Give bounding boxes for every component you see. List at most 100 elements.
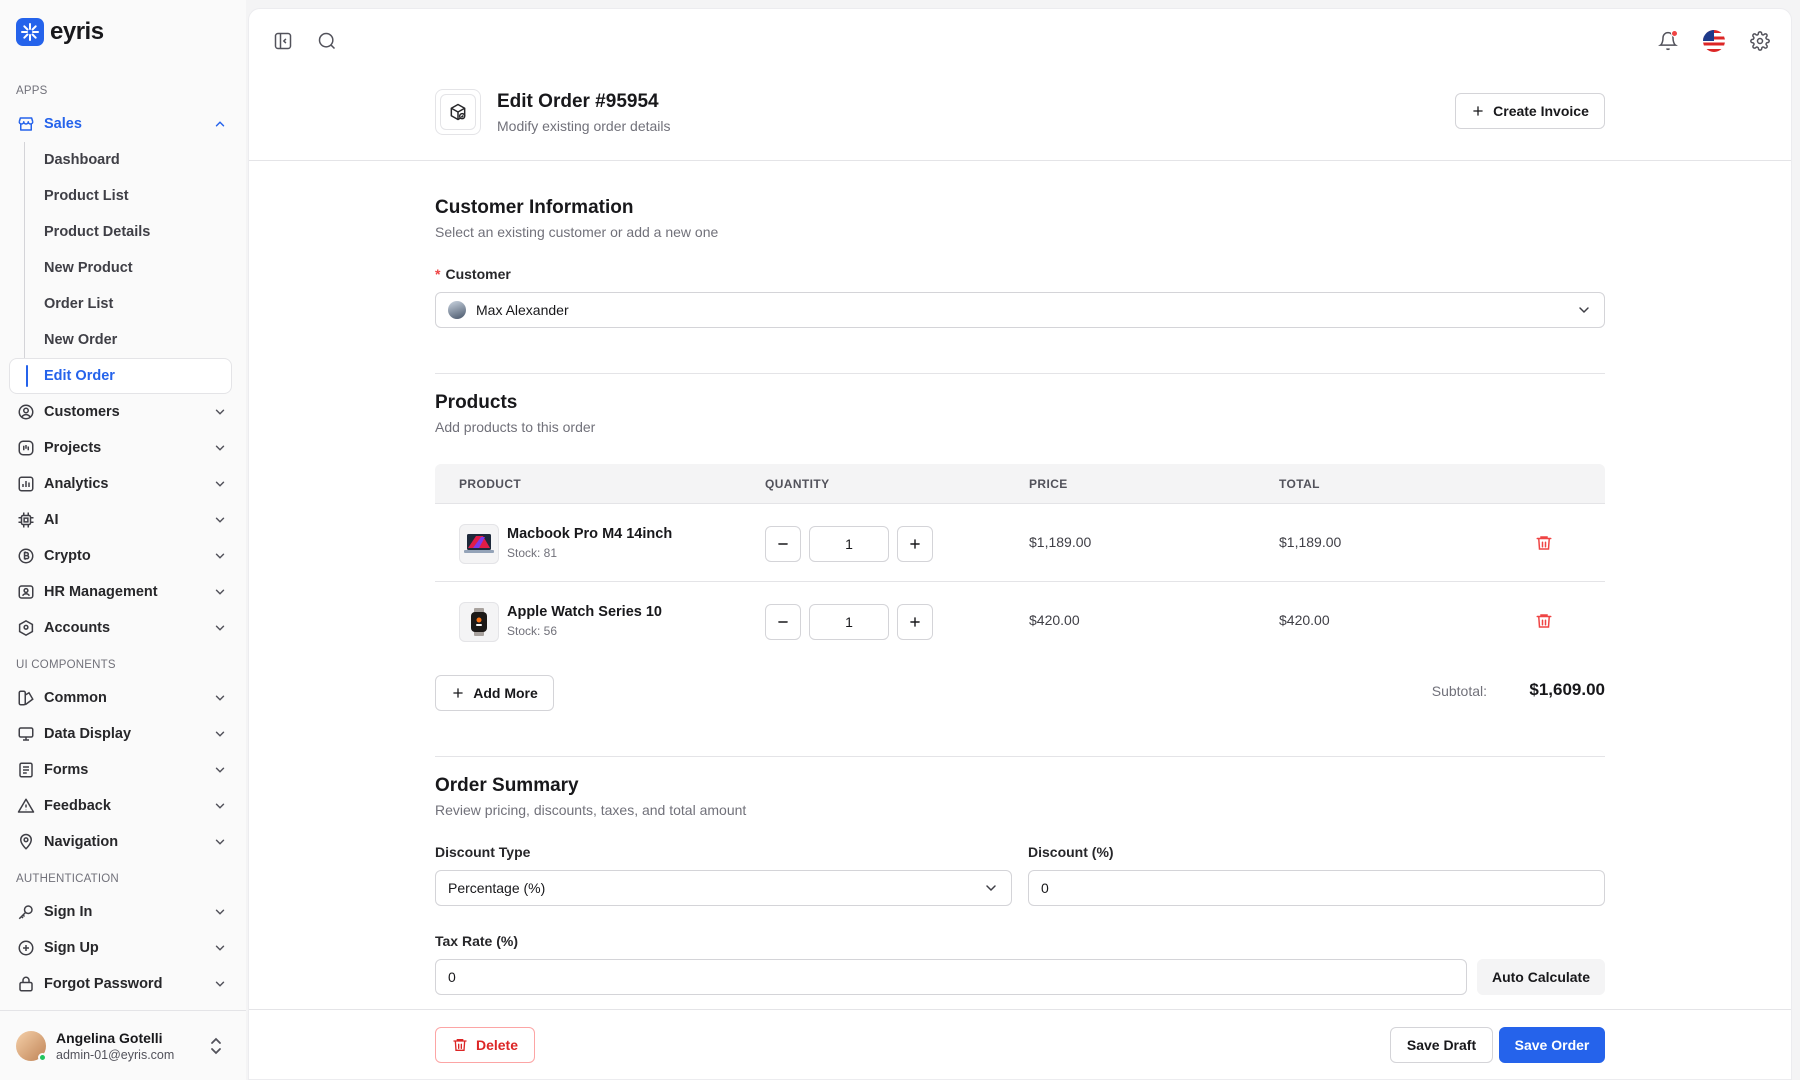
chevron-down-icon [210, 760, 230, 780]
plus-circle-icon [16, 938, 36, 958]
sidebar-item-data-display[interactable]: Data Display [8, 716, 238, 752]
user-profile-card[interactable]: Angelina Gotelli admin-01@eyris.com [0, 1010, 246, 1080]
form-list-icon [16, 760, 36, 780]
user-info: Angelina Gotelli admin-01@eyris.com [56, 1029, 174, 1063]
product-price: $420.00 [1029, 612, 1080, 628]
shapes-icon [16, 688, 36, 708]
create-invoice-button[interactable]: Create Invoice [1455, 93, 1605, 129]
sidebar-item-label: Projects [44, 440, 102, 456]
column-header-total: TOTAL [1279, 477, 1320, 491]
user-email: admin-01@eyris.com [56, 1047, 175, 1062]
customer-select[interactable]: Max Alexander [435, 292, 1605, 328]
customer-field-label: * Customer [435, 266, 511, 282]
chevron-up-icon [210, 114, 230, 134]
sidebar-item-common[interactable]: Common [8, 680, 238, 716]
sidebar-item-projects[interactable]: Projects [8, 430, 238, 466]
customer-section-subtitle: Select an existing customer or add a new… [435, 224, 719, 240]
sidebar-item-label: Data Display [44, 726, 132, 742]
column-header-product: PRODUCT [459, 477, 522, 491]
discount-input[interactable]: 0 [1028, 870, 1605, 906]
avatar [16, 1030, 47, 1062]
sidebar-item-crypto[interactable]: Crypto [8, 538, 238, 574]
add-more-button[interactable]: Add More [435, 675, 554, 711]
decrease-quantity-button[interactable] [765, 604, 801, 640]
sidebar-item-sales[interactable]: Sales [8, 106, 238, 142]
bitcoin-icon [16, 546, 36, 566]
chevron-down-icon [210, 438, 230, 458]
sidebar-item-sign-up[interactable]: Sign Up [8, 930, 238, 966]
trash-icon[interactable] [1535, 612, 1553, 630]
section-divider [435, 756, 1605, 757]
chevron-down-icon [1576, 302, 1592, 318]
sidebar-item-forms[interactable]: Forms [8, 752, 238, 788]
online-status-dot [38, 1052, 47, 1062]
sidebar-item-label: Sign Up [44, 940, 99, 956]
gear-icon[interactable] [1744, 25, 1776, 57]
hexagon-user-icon [16, 618, 36, 638]
column-header-quantity: QUANTITY [765, 477, 830, 491]
sidebar-toggle-icon[interactable] [267, 25, 299, 57]
sidebar-item-label: Sign In [44, 904, 93, 920]
customer-avatar [448, 301, 466, 319]
warning-triangle-icon [16, 796, 36, 816]
chevron-down-icon [210, 474, 230, 494]
auto-calculate-label: Auto Calculate [1491, 969, 1590, 985]
sidebar-item-label: Customers [44, 404, 120, 420]
section-label-ui-components: UI COMPONENTS [16, 659, 116, 671]
chevron-down-icon [210, 510, 230, 530]
sidebar-item-analytics[interactable]: Analytics [8, 466, 238, 502]
app-root: eyris APPS Sales Dashboard Product List … [0, 0, 1800, 1080]
save-order-label: Save Order [1514, 1037, 1590, 1053]
chevron-down-icon [210, 724, 230, 744]
increase-quantity-button[interactable] [897, 604, 933, 640]
sidebar-subitem-dashboard[interactable]: Dashboard [25, 142, 246, 178]
sales-subnav: Dashboard Product List Product Details N… [9, 142, 246, 394]
sidebar-subitem-product-details[interactable]: Product Details [25, 214, 246, 250]
sidebar-subitem-new-product[interactable]: New Product [25, 250, 246, 286]
sidebar-subitem-order-list[interactable]: Order List [25, 286, 246, 322]
key-icon [16, 902, 36, 922]
decrease-quantity-button[interactable] [765, 526, 801, 562]
chevron-down-icon [210, 618, 230, 638]
sidebar-item-sign-in[interactable]: Sign In [8, 894, 238, 930]
delete-button[interactable]: Delete [435, 1027, 535, 1063]
auto-calculate-button[interactable]: Auto Calculate [1477, 959, 1605, 995]
customer-select-value: Max Alexander [476, 302, 569, 318]
product-total: $1,189.00 [1279, 534, 1342, 550]
sidebar-item-ai[interactable]: AI [8, 502, 238, 538]
sidebar-item-forgot-password[interactable]: Forgot Password [8, 966, 238, 1002]
quantity-input[interactable]: 1 [809, 526, 889, 562]
sidebar-subitem-product-list[interactable]: Product List [25, 178, 246, 214]
laptop-thumbnail-icon [459, 524, 499, 564]
brand-logo[interactable]: eyris [16, 18, 104, 46]
increase-quantity-button[interactable] [897, 526, 933, 562]
save-order-button[interactable]: Save Order [1499, 1027, 1605, 1063]
sidebar-item-navigation[interactable]: Navigation [8, 824, 238, 860]
sidebar-item-customers[interactable]: Customers [8, 394, 238, 430]
sidebar-item-accounts[interactable]: Accounts [8, 610, 238, 646]
search-icon[interactable] [311, 25, 343, 57]
sidebar-item-feedback[interactable]: Feedback [8, 788, 238, 824]
discount-label: Discount (%) [1028, 844, 1114, 860]
bell-icon[interactable] [1652, 25, 1684, 57]
tax-rate-label: Tax Rate (%) [435, 933, 518, 949]
product-name[interactable]: Apple Watch Series 10 [507, 604, 662, 620]
tax-rate-input[interactable]: 0 [435, 959, 1467, 995]
chevron-up-down-icon[interactable] [208, 1035, 224, 1057]
sidebar-subitem-new-order[interactable]: New Order [25, 322, 246, 358]
sidebar-item-hr-management[interactable]: HR Management [8, 574, 238, 610]
sidebar-nav: APPS Sales Dashboard Product List Produc… [0, 72, 246, 1010]
trash-icon[interactable] [1535, 534, 1553, 552]
watch-thumbnail-icon [459, 602, 499, 642]
logo-mark-icon [16, 18, 44, 46]
table-row: Macbook Pro M4 14inch Stock: 81 1 $1,189… [435, 504, 1605, 582]
sidebar-item-label: Forgot Password [44, 976, 163, 992]
sidebar-subitem-edit-order[interactable]: Edit Order [9, 358, 232, 394]
quantity-input[interactable]: 1 [809, 604, 889, 640]
save-draft-button[interactable]: Save Draft [1390, 1027, 1493, 1063]
product-name[interactable]: Macbook Pro M4 14inch [507, 526, 672, 542]
customer-label-text: Customer [445, 266, 511, 282]
us-flag-icon[interactable] [1698, 25, 1730, 57]
discount-type-select[interactable]: Percentage (%) [435, 870, 1012, 906]
table-row: Apple Watch Series 10 Stock: 56 1 $420.0… [435, 582, 1605, 660]
